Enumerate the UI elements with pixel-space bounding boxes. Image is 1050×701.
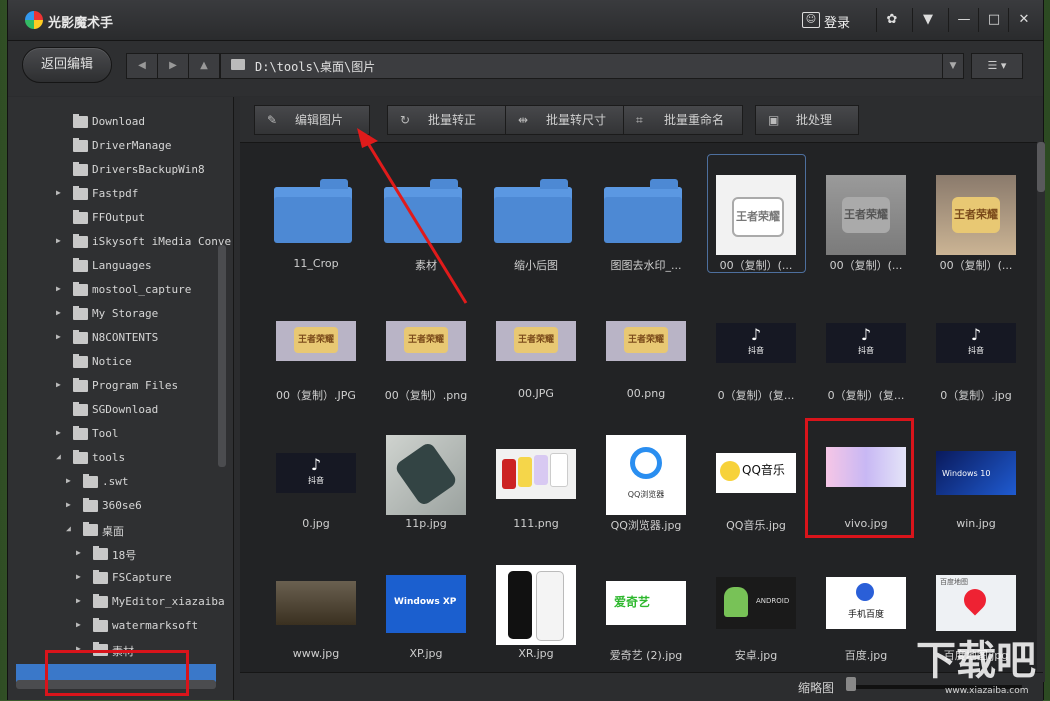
watermark-url: www.xiazaiba.com: [945, 686, 1029, 696]
annotation-arrow: [357, 128, 468, 304]
watermark-logo: 下载吧: [916, 638, 1036, 684]
